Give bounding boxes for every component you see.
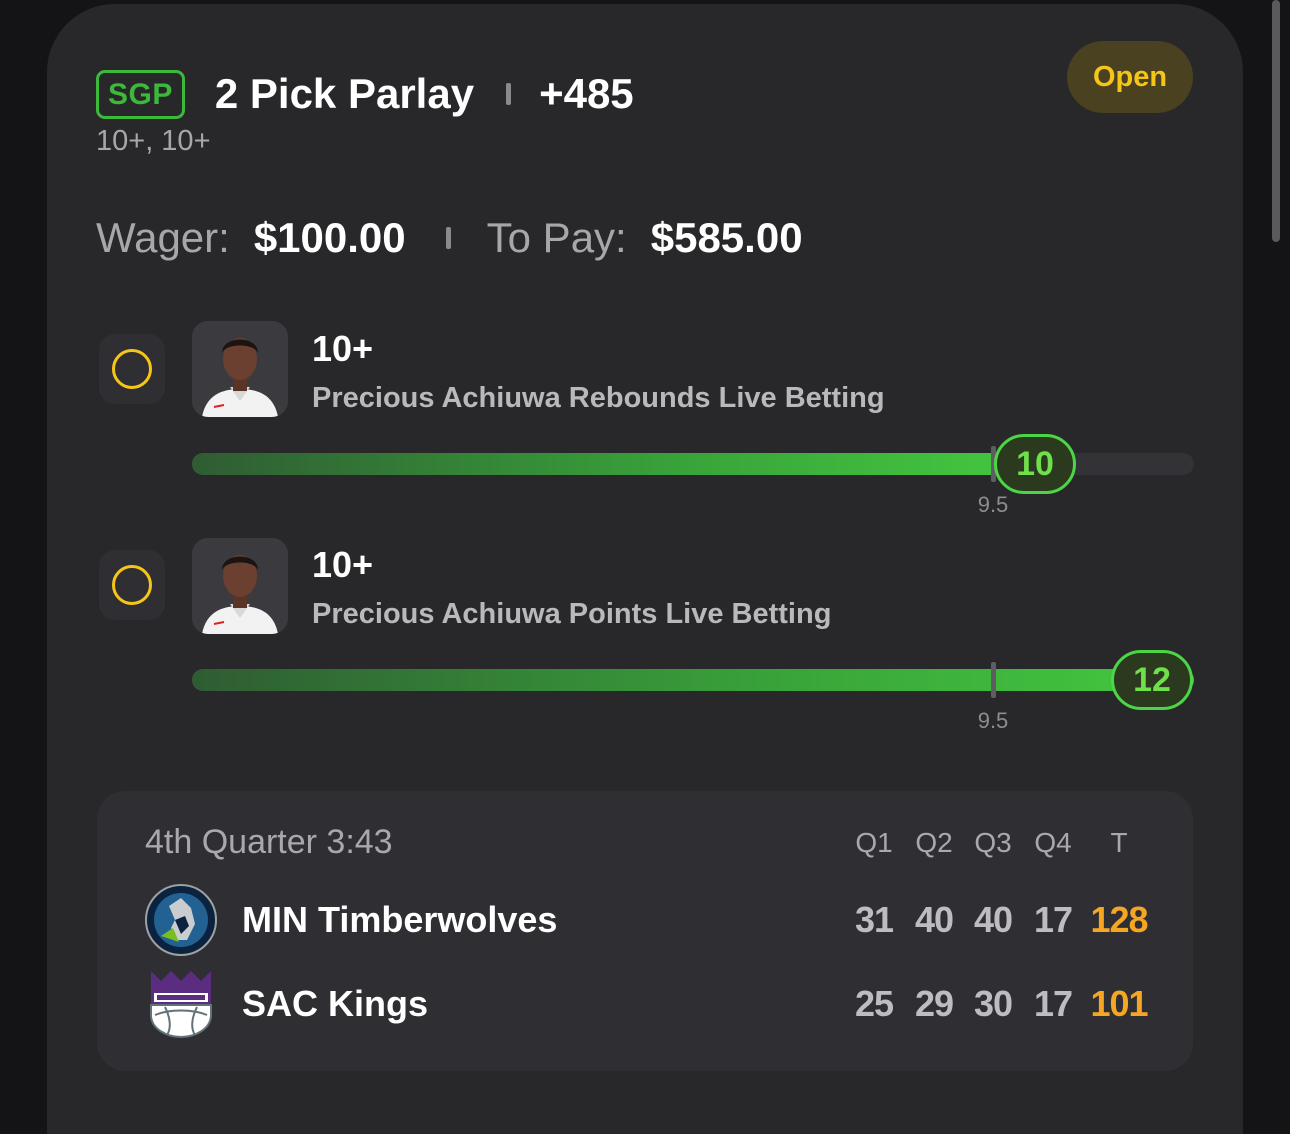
quarter-score: 17 [1033, 899, 1073, 940]
threshold-label: 9.5 [977, 708, 1009, 733]
leg-line: 10+ [312, 544, 374, 585]
threshold-tick [991, 662, 996, 698]
leg-description: Precious Achiuwa Points Live Betting [312, 598, 832, 630]
bet-card[interactable]: SGP 2 Pick Parlay +485 10+, 10+ Open Wag… [47, 4, 1243, 1134]
progress-fill [192, 669, 1194, 691]
parlay-leg[interactable]: 10+ Precious Achiuwa Points Live Betting… [47, 536, 1243, 736]
player-photo-icon [192, 321, 288, 417]
scoreboard[interactable]: 4th Quarter 3:43 Q1 Q2 Q3 Q4 T MIN Timbe… [97, 791, 1193, 1071]
quarter-header: Q4 [1034, 827, 1072, 858]
leg-line: 10+ [312, 328, 374, 369]
progress-fill [192, 453, 1034, 475]
wager-row: Wager: $100.00 To Pay: $585.00 [96, 210, 803, 266]
quarter-header: Q3 [974, 827, 1012, 858]
pending-circle-icon [112, 349, 152, 389]
timberwolves-logo-icon [145, 884, 217, 956]
team-name: SAC Kings [242, 983, 429, 1024]
quarter-header: Q2 [915, 827, 953, 858]
threshold-label: 9.5 [977, 492, 1009, 517]
divider [445, 227, 451, 249]
quarter-score: 17 [1033, 983, 1073, 1024]
player-photo-icon [192, 538, 288, 634]
status-badge: Open [1067, 41, 1193, 113]
bet-subtitle: 10+, 10+ [96, 125, 211, 157]
quarter-score: 25 [854, 983, 894, 1024]
quarter-score: 40 [914, 899, 954, 940]
leg-status-toggle[interactable] [99, 334, 165, 404]
game-clock: 4th Quarter 3:43 [145, 823, 393, 861]
payout-label: To Pay: [486, 214, 627, 261]
bet-header: SGP 2 Pick Parlay +485 [96, 66, 634, 122]
total-score: 128 [1090, 899, 1148, 940]
bet-odds: +485 [539, 70, 634, 117]
kings-logo-icon [145, 967, 215, 1039]
quarter-header: Q1 [855, 827, 893, 858]
payout-value: $585.00 [650, 214, 803, 261]
bet-title: 2 Pick Parlay [214, 70, 475, 117]
player-avatar [192, 321, 288, 417]
scrollbar[interactable] [1270, 0, 1282, 244]
quarter-score: 29 [914, 983, 954, 1024]
quarter-score: 30 [973, 983, 1013, 1024]
scrollbar-thumb[interactable] [1272, 0, 1280, 242]
team-name: MIN Timberwolves [242, 899, 558, 940]
wager-value: $100.00 [253, 214, 406, 261]
player-avatar [192, 538, 288, 634]
total-score: 101 [1090, 983, 1148, 1024]
quarter-score: 40 [973, 899, 1013, 940]
divider [506, 83, 512, 105]
current-value-marker: 12 [1111, 650, 1193, 710]
current-value-marker: 10 [994, 434, 1076, 494]
progress-track [192, 662, 1194, 698]
wager-label: Wager: [96, 214, 230, 261]
leg-description: Precious Achiuwa Rebounds Live Betting [312, 382, 885, 414]
pending-circle-icon [112, 565, 152, 605]
sgp-badge: SGP [96, 69, 185, 119]
parlay-leg[interactable]: 10+ Precious Achiuwa Rebounds Live Betti… [47, 320, 1243, 520]
total-header: T [1110, 827, 1128, 858]
quarter-score: 31 [854, 899, 894, 940]
leg-status-toggle[interactable] [99, 550, 165, 620]
